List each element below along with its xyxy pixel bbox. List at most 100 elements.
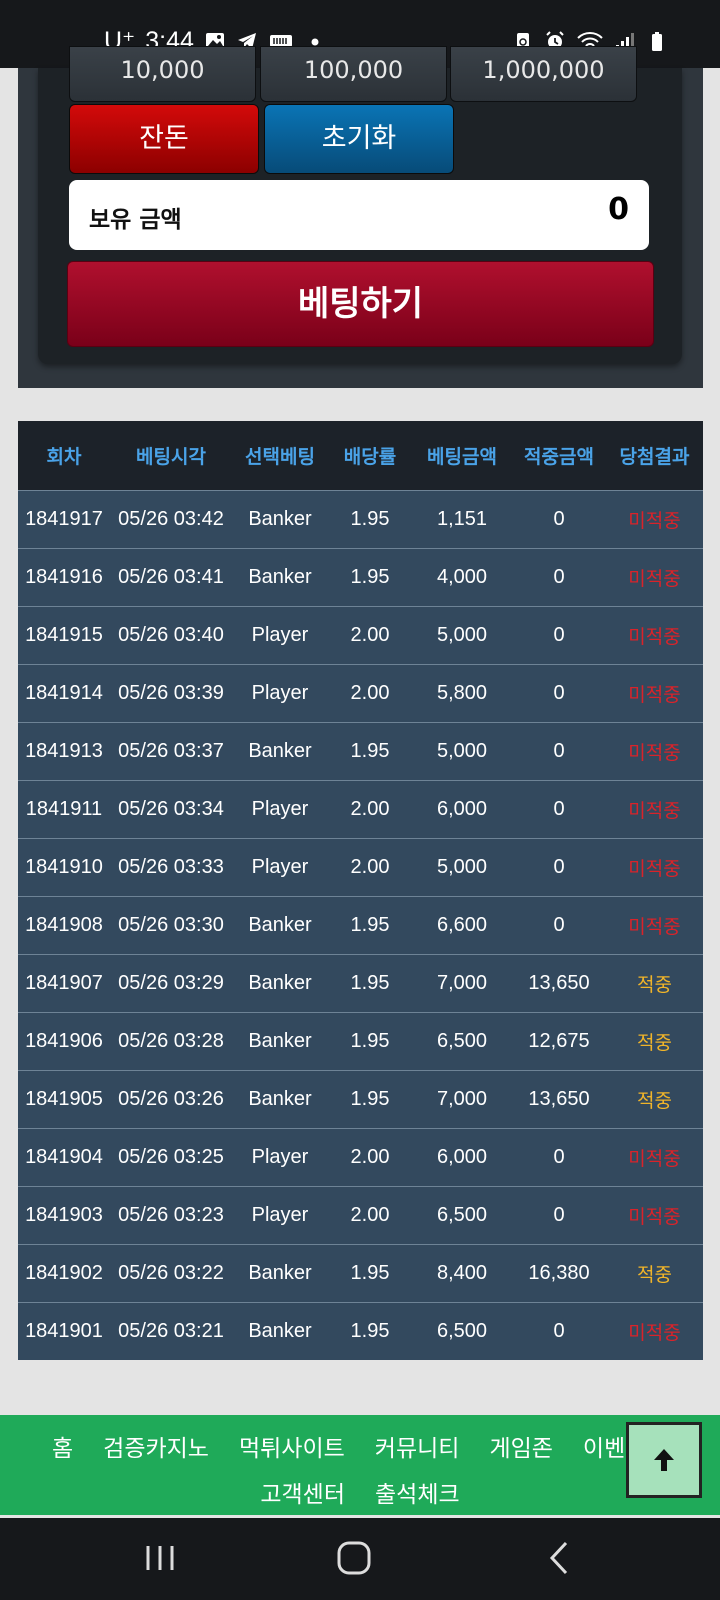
bet-amount-cell: 7,000 — [436, 971, 488, 994]
result-cell: 미적중 — [628, 857, 681, 880]
footer-nav-link[interactable]: 검증카지노 — [103, 1429, 209, 1463]
chip-button-10000[interactable]: 10,000 — [69, 46, 256, 102]
footer-nav-link[interactable]: 출석체크 — [375, 1475, 460, 1509]
bet-amount-cell: 5,800 — [436, 681, 488, 704]
odds-cell: 2.00 — [350, 623, 390, 646]
footer-nav-link[interactable]: 먹튀사이트 — [239, 1429, 345, 1463]
round-cell: 1841907 — [25, 971, 103, 994]
win-amount-cell: 0 — [553, 1145, 565, 1168]
holding-amount-label: 보유 금액 — [89, 207, 182, 233]
bet-time-cell: 05/26 03:42 — [118, 507, 224, 530]
footer-nav-link[interactable]: 고객센터 — [260, 1475, 345, 1509]
footer-nav-link[interactable]: 홈 — [52, 1429, 73, 1463]
chip-button-100000[interactable]: 100,000 — [260, 46, 447, 102]
table-row: 1841905 05/26 03:26 Banker 1.95 7,000 13,650 적… — [18, 1070, 703, 1128]
odds-cell: 1.95 — [350, 913, 390, 936]
column-header: 선택베팅 — [245, 445, 315, 468]
win-amount-cell: 0 — [553, 913, 565, 936]
bet-choice-cell: Player — [251, 623, 309, 646]
footer-nav-link[interactable]: 커뮤니티 — [375, 1429, 460, 1463]
reset-button[interactable]: 초기화 — [264, 104, 454, 174]
bet-choice-cell: Banker — [248, 1029, 312, 1052]
table-row: 1841913 05/26 03:37 Banker 1.95 5,000 0 미적중 — [18, 722, 703, 780]
round-cell: 1841905 — [25, 1087, 103, 1110]
bet-history-table: 회차 베팅시각 선택베팅 배당률 베팅금액 적중금액 당첨결과 1841917 05/26 0… — [18, 421, 703, 1360]
result-cell: 적중 — [637, 1089, 672, 1112]
win-amount-cell: 13,650 — [528, 971, 590, 994]
bet-time-cell: 05/26 03:34 — [118, 797, 224, 820]
table-row: 1841917 05/26 03:42 Banker 1.95 1,151 0 미적중 — [18, 490, 703, 548]
table-row: 1841907 05/26 03:29 Banker 1.95 7,000 13,650 적… — [18, 954, 703, 1012]
round-cell: 1841915 — [25, 623, 103, 646]
win-amount-cell: 0 — [553, 855, 565, 878]
result-cell: 적중 — [637, 1031, 672, 1054]
result-cell: 적중 — [637, 1263, 672, 1286]
recent-apps-icon[interactable] — [140, 1538, 180, 1578]
bet-time-cell: 05/26 03:39 — [118, 681, 224, 704]
column-header: 배당률 — [343, 445, 397, 468]
win-amount-cell: 0 — [553, 1203, 565, 1226]
table-row: 1841903 05/26 03:23 Player 2.00 6,500 0 미적중 — [18, 1186, 703, 1244]
footer-nav-link[interactable]: 게임존 — [489, 1429, 552, 1463]
result-cell: 미적중 — [628, 1147, 681, 1170]
bet-amount-cell: 4,000 — [436, 565, 488, 588]
bet-amount-cell: 5,000 — [436, 623, 488, 646]
round-cell: 1841908 — [25, 913, 103, 936]
odds-cell: 2.00 — [350, 797, 390, 820]
bet-amount-cell: 6,600 — [436, 913, 488, 936]
table-row: 1841916 05/26 03:41 Banker 1.95 4,000 0 미적중 — [18, 548, 703, 606]
odds-cell: 1.95 — [350, 1319, 390, 1342]
odds-cell: 1.95 — [350, 565, 390, 588]
win-amount-cell: 16,380 — [528, 1261, 590, 1284]
win-amount-cell: 0 — [553, 1319, 565, 1342]
column-header: 회차 — [46, 445, 82, 468]
footer-nav-row-1: 홈 검증카지노 먹튀사이트 커뮤니티 게임존 이벤트 — [52, 1429, 720, 1463]
chip-button-1000000[interactable]: 1,000,000 — [450, 46, 637, 102]
footer-nav: 홈 검증카지노 먹튀사이트 커뮤니티 게임존 이벤트 고객센터 출석체크 — [0, 1415, 720, 1515]
bet-time-cell: 05/26 03:28 — [118, 1029, 224, 1052]
bet-amount-cell: 5,000 — [436, 855, 488, 878]
scroll-to-top-button[interactable] — [626, 1422, 702, 1498]
table-row: 1841915 05/26 03:40 Player 2.00 5,000 0 미적중 — [18, 606, 703, 664]
round-cell: 1841902 — [25, 1261, 103, 1284]
bet-time-cell: 05/26 03:26 — [118, 1087, 224, 1110]
home-icon[interactable] — [334, 1538, 374, 1578]
bet-time-cell: 05/26 03:37 — [118, 739, 224, 762]
change-button[interactable]: 잔돈 — [69, 104, 259, 174]
back-icon[interactable] — [540, 1538, 580, 1578]
odds-cell: 1.95 — [350, 1087, 390, 1110]
bet-choice-cell: Player — [251, 1145, 309, 1168]
bet-choice-cell: Banker — [248, 971, 312, 994]
bet-choice-cell: Banker — [248, 507, 312, 530]
bet-time-cell: 05/26 03:22 — [118, 1261, 224, 1284]
odds-cell: 1.95 — [350, 1029, 390, 1052]
odds-cell: 2.00 — [350, 681, 390, 704]
bet-choice-cell: Player — [251, 797, 309, 820]
result-cell: 적중 — [637, 973, 672, 996]
bet-time-cell: 05/26 03:25 — [118, 1145, 224, 1168]
win-amount-cell: 0 — [553, 565, 565, 588]
result-cell: 미적중 — [628, 509, 681, 532]
round-cell: 1841904 — [25, 1145, 103, 1168]
bet-choice-cell: Player — [251, 1203, 309, 1226]
odds-cell: 2.00 — [350, 1203, 390, 1226]
bet-time-cell: 05/26 03:41 — [118, 565, 224, 588]
round-cell: 1841917 — [25, 507, 103, 530]
bet-time-cell: 05/26 03:23 — [118, 1203, 224, 1226]
table-row: 1841910 05/26 03:33 Player 2.00 5,000 0 미적중 — [18, 838, 703, 896]
table-row: 1841914 05/26 03:39 Player 2.00 5,800 0 미적중 — [18, 664, 703, 722]
bet-amount-cell: 6,000 — [436, 797, 488, 820]
battery-icon — [652, 32, 662, 51]
table-row: 1841906 05/26 03:28 Banker 1.95 6,500 12,675 적… — [18, 1012, 703, 1070]
win-amount-cell: 0 — [553, 739, 565, 762]
bet-amount-cell: 7,000 — [436, 1087, 488, 1110]
result-cell: 미적중 — [628, 625, 681, 648]
result-cell: 미적중 — [628, 683, 681, 706]
bet-time-cell: 05/26 03:40 — [118, 623, 224, 646]
table-body: 1841917 05/26 03:42 Banker 1.95 1,151 0 미적중 184… — [18, 490, 703, 1360]
round-cell: 1841916 — [25, 565, 103, 588]
bet-choice-cell: Banker — [248, 739, 312, 762]
win-amount-cell: 12,675 — [528, 1029, 590, 1052]
place-bet-button[interactable]: 베팅하기 — [67, 261, 654, 347]
win-amount-cell: 0 — [553, 623, 565, 646]
